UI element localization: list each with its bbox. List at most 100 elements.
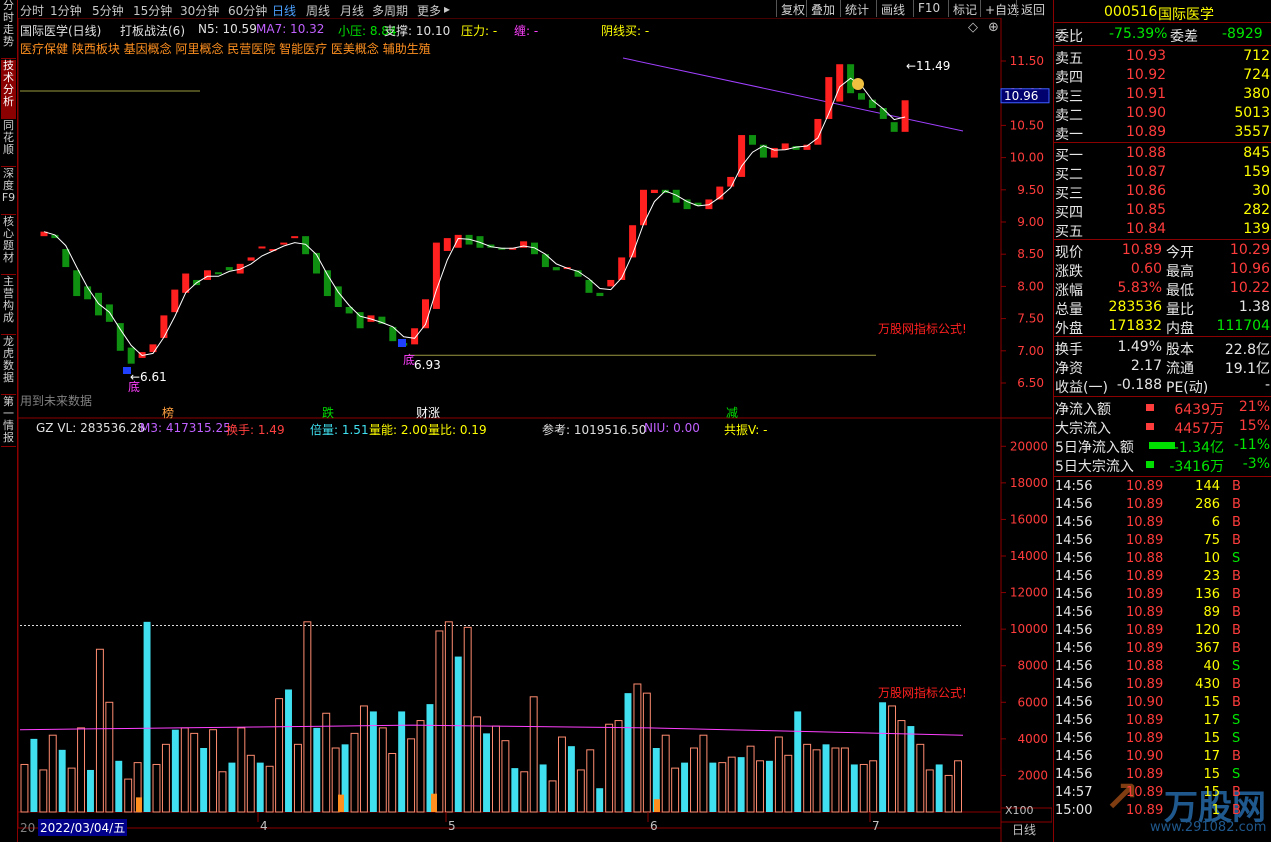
diamond-icon[interactable]: ◇	[968, 20, 978, 35]
period-2[interactable]: 5分钟	[92, 2, 124, 19]
volume-bar	[831, 747, 840, 813]
volume-bar	[671, 767, 680, 813]
candle	[204, 270, 211, 280]
tick-row: 14:56 10.89 15 S	[1055, 731, 1241, 746]
bid-price: 10.84	[1126, 221, 1167, 237]
concept-tags[interactable]: 医疗保健 陕西板块 基因概念 阿里概念 民营医院 智能医疗 医美概念 辅助生殖	[20, 40, 431, 57]
toolbar-mark-button[interactable]: 标记	[948, 0, 981, 17]
low-label-2: 6.93	[414, 358, 441, 372]
strategy-label[interactable]: 打板战法(6)	[120, 22, 185, 39]
zhicheng-value: 支撑: 10.10	[384, 24, 451, 38]
volume-bar	[322, 712, 331, 813]
chart-title: 国际医学(日线)	[20, 24, 102, 38]
volume-bar	[822, 744, 830, 812]
volume-tick-label: 6000	[1017, 695, 1048, 709]
chart-area[interactable]: 11.5011.0010.5010.009.509.008.508.007.50…	[18, 18, 1052, 842]
volume-bar	[275, 698, 284, 813]
volume-bar	[124, 778, 133, 813]
di-label-1: 底	[128, 379, 140, 394]
tick-row: 14:56 10.89 75 B	[1055, 533, 1241, 548]
add-indicator-icon[interactable]: ⊕	[988, 20, 999, 35]
toolbar-overlay-button[interactable]: 叠加	[806, 0, 839, 17]
marker-die: 跌	[322, 406, 335, 420]
ask-volume: 5013	[1234, 105, 1270, 121]
volume-bar	[473, 716, 482, 813]
ask-volume: 3557	[1234, 124, 1270, 140]
period-button[interactable]: 日线	[1012, 821, 1036, 838]
volume-bar	[483, 733, 490, 812]
bid-row: 买四 10.85 282	[1055, 202, 1270, 221]
weibi-row: 委比 -75.39% 委差 -8929	[1055, 26, 1263, 45]
weicha-value: -8929	[1222, 26, 1263, 42]
left-tab-1[interactable]: 技术分析	[1, 60, 16, 119]
period-5[interactable]: 60分钟	[228, 2, 267, 19]
volume-bar	[935, 764, 943, 812]
period-4[interactable]: 30分钟	[180, 2, 219, 19]
tick-row: 14:56 10.89 367 B	[1055, 641, 1241, 656]
volume-bar	[209, 729, 218, 813]
candle	[596, 292, 604, 297]
gz-vl-value: GZ VL: 283536.28	[36, 421, 145, 435]
period-7[interactable]: 周线	[306, 2, 330, 19]
price-tick-label: 8.00	[1017, 279, 1044, 293]
m3-value: M3: 417315.25	[140, 421, 231, 435]
date-tick-label: 6	[650, 819, 658, 833]
left-tab-2[interactable]: 同花顺	[1, 120, 16, 167]
volume-bar	[285, 689, 292, 812]
volume-bar	[501, 740, 510, 813]
left-tab-4[interactable]: 核心题材	[1, 216, 16, 275]
volume-bar	[605, 723, 614, 813]
candle	[302, 236, 310, 255]
buy-marker-icon	[123, 367, 131, 374]
period-0[interactable]: 分时	[20, 2, 44, 19]
toolbar-draw-button[interactable]: 画线	[876, 0, 909, 17]
volume-bar	[944, 774, 953, 813]
period-10[interactable]: 更多	[417, 2, 441, 19]
period-6[interactable]: 日线	[272, 2, 296, 19]
volume-bar	[492, 725, 500, 813]
toolbar-stats-button[interactable]: 统计	[840, 0, 873, 17]
candle	[454, 234, 462, 248]
candle	[552, 267, 560, 271]
ask-volume: 712	[1243, 48, 1270, 64]
left-tab-3[interactable]: 深度F9	[1, 168, 16, 215]
ask-volume: 380	[1243, 86, 1270, 102]
toolbar-back-button[interactable]: 返回	[1016, 0, 1049, 17]
tick-row: 14:56 10.89 17 S	[1055, 713, 1241, 728]
volume-bar	[586, 749, 595, 813]
period-3[interactable]: 15分钟	[133, 2, 172, 19]
marker-jian: 减	[726, 406, 739, 420]
volume-bar	[661, 734, 670, 813]
ask-row: 卖一 10.89 3557	[1055, 124, 1270, 143]
price-watermark: 万股网指标公式!	[878, 322, 967, 336]
candle	[116, 323, 124, 351]
more-caret-icon[interactable]: ▸	[444, 2, 450, 16]
stat-row: 涨跌 0.60 最高 10.96	[1055, 261, 1270, 280]
volume-bar	[388, 752, 397, 813]
left-tab-0[interactable]: 分时走势	[1, 0, 16, 59]
ask-price: 10.92	[1126, 67, 1167, 83]
left-tab-bar: 分时走势 技术分析 同花顺 深度F9 核心题材 主营构成 龙虎数据 第一情报	[0, 0, 18, 842]
volume-watermark: 万股网指标公式!	[878, 686, 967, 700]
volume-bar	[907, 726, 915, 812]
left-tab-5[interactable]: 主营构成	[1, 276, 16, 335]
toolbar-f10-button[interactable]: F10	[913, 0, 944, 17]
ask-row: 卖五 10.93 712	[1055, 48, 1270, 67]
stat-row: 现价 10.89 今开 10.29	[1055, 242, 1270, 261]
candle	[214, 272, 222, 275]
period-1[interactable]: 1分钟	[50, 2, 82, 19]
bid-price: 10.88	[1126, 145, 1167, 161]
period-8[interactable]: 月线	[340, 2, 364, 19]
volume-bar	[558, 736, 566, 813]
stat-row: 总量 283536 量比 1.38	[1055, 299, 1270, 318]
volume-bar	[293, 743, 302, 813]
volume-bar	[350, 732, 359, 813]
candle	[334, 286, 342, 308]
period-9[interactable]: 多周期	[372, 2, 408, 19]
face-icon	[852, 78, 864, 90]
left-tab-7[interactable]: 第一情报	[1, 396, 16, 447]
volume-bar	[812, 749, 821, 813]
volume-bar	[916, 743, 925, 813]
left-tab-6[interactable]: 龙虎数据	[1, 336, 16, 395]
toolbar-fq-button[interactable]: 复权	[776, 0, 809, 17]
